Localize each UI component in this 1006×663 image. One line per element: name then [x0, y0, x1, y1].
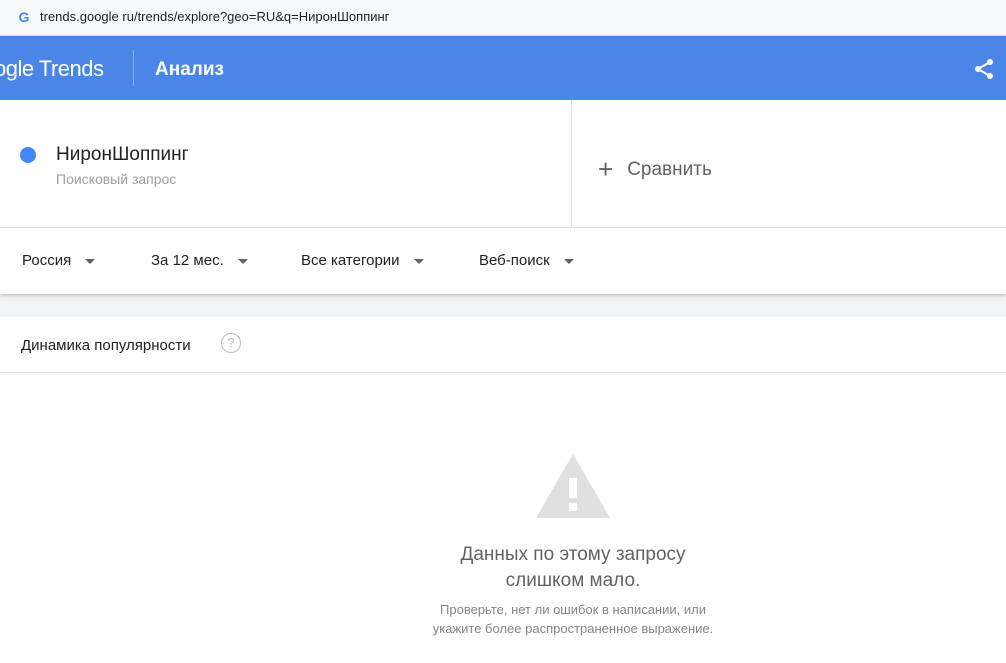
browser-address-bar[interactable]: G trends.google ru/trends/explore?geo=RU…	[0, 0, 1006, 36]
compare-label: Сравнить	[627, 159, 712, 180]
term-color-dot	[20, 147, 36, 163]
app-header: ogle Trends Анализ	[0, 36, 1006, 100]
dropdown-caret-icon	[237, 258, 248, 264]
empty-state-title: Данных по этому запросу слишком мало.	[0, 542, 1006, 594]
google-favicon-icon: G	[18, 9, 30, 25]
page-title: Анализ	[155, 59, 224, 80]
filter-period-dropdown[interactable]: За 12 мес.	[151, 252, 248, 269]
header-divider	[133, 50, 134, 86]
filter-category-dropdown[interactable]: Все категории	[301, 252, 424, 269]
filter-region-dropdown[interactable]: Россия	[22, 252, 96, 269]
term-type-label: Поисковый запрос	[56, 171, 177, 187]
help-icon[interactable]: ?	[221, 333, 241, 353]
term-name[interactable]: НиронШоппинг	[56, 144, 189, 166]
empty-sub-line: укажите более распространенное выражение…	[432, 621, 714, 636]
filter-label: Все категории	[301, 252, 400, 269]
filter-search-type-dropdown[interactable]: Веб-поиск	[479, 252, 574, 269]
card-header: Динамика популярности ?	[0, 317, 1006, 373]
dropdown-caret-icon	[563, 258, 574, 264]
dropdown-caret-icon	[413, 258, 424, 264]
google-trends-logo[interactable]: ogle Trends	[0, 56, 104, 82]
url-text[interactable]: trends.google ru/trends/explore?geo=RU&q…	[40, 9, 389, 24]
interest-over-time-card: Динамика популярности ? Данных по этому …	[0, 317, 1006, 663]
warning-icon	[536, 454, 610, 518]
share-icon[interactable]	[972, 57, 996, 81]
empty-title-line: слишком мало.	[505, 570, 641, 591]
search-terms-panel: НиронШоппинг Поисковый запрос + Сравнить	[0, 100, 1006, 228]
empty-sub-line: Проверьте, нет ли ошибок в написании, ил…	[440, 602, 706, 617]
filter-label: Веб-поиск	[479, 252, 550, 269]
search-term-item[interactable]: НиронШоппинг Поисковый запрос	[0, 100, 572, 228]
card-title: Динамика популярности	[21, 337, 191, 354]
compare-button[interactable]: + Сравнить	[598, 154, 712, 185]
filter-label: Россия	[22, 252, 72, 269]
dropdown-caret-icon	[85, 258, 96, 264]
plus-icon: +	[598, 154, 614, 184]
filters-bar: Россия За 12 мес. Все категории Веб-поис…	[0, 228, 1006, 294]
empty-title-line: Данных по этому запросу	[460, 544, 686, 565]
empty-state-subtitle: Проверьте, нет ли ошибок в написании, ил…	[0, 600, 1006, 638]
filter-label: За 12 мес.	[151, 252, 224, 269]
